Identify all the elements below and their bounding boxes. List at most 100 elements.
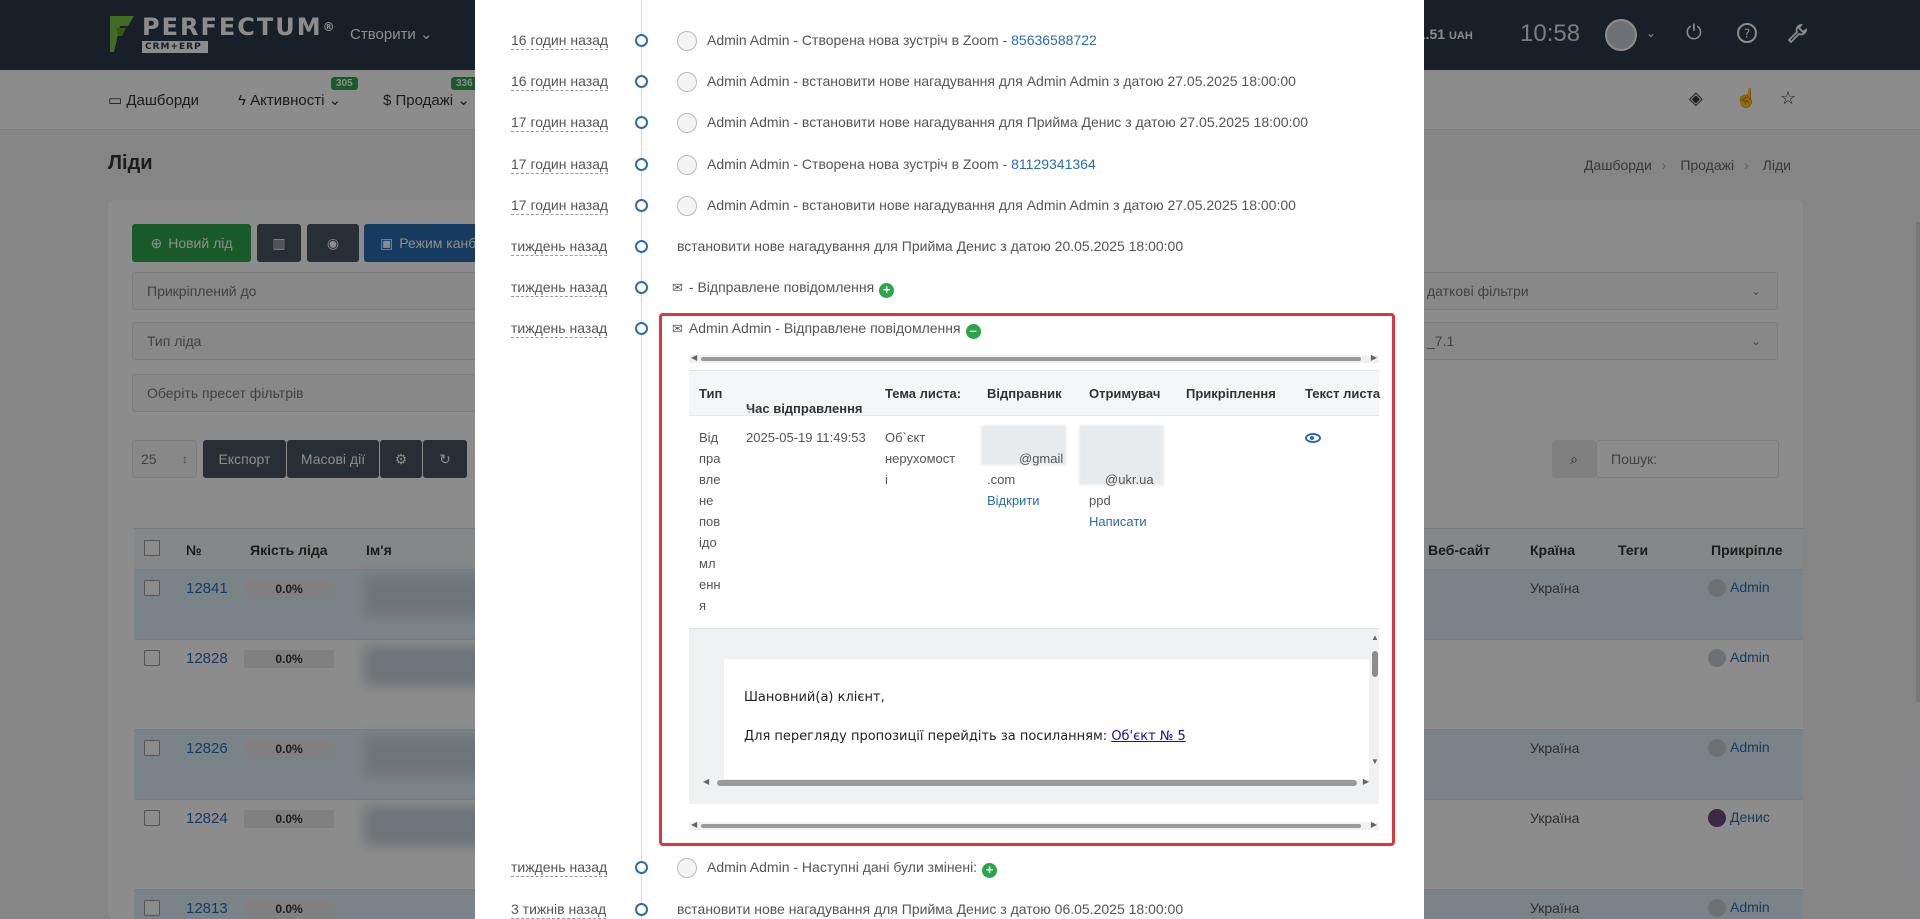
scroll-left-icon[interactable]: ◀ xyxy=(691,820,697,829)
col-body[interactable]: Текст листа xyxy=(1305,386,1380,401)
email-subject-line: нерухомост xyxy=(885,451,956,466)
zoom-meeting-link[interactable]: 81129341364 xyxy=(1011,156,1096,172)
expand-plus-icon[interactable]: + xyxy=(879,283,895,298)
avatar[interactable] xyxy=(677,858,697,878)
timeline-text: Admin Admin - Створена нова зустріч в Zo… xyxy=(707,155,1096,173)
timeline-time[interactable]: тиждень назад xyxy=(511,237,608,256)
preview-vertical-scrollbar[interactable]: ▲ ▼ xyxy=(1371,633,1379,771)
email-type-line: я xyxy=(699,598,707,613)
timeline-item: тиждень назад ✉ - Відправлене повідомленн… xyxy=(475,278,1424,312)
timeline-dot xyxy=(635,75,648,88)
property-link[interactable]: Об'єкт № 5 xyxy=(1111,729,1185,744)
sender-domain: @gmail xyxy=(1019,451,1064,466)
recipient-tail: ppd xyxy=(1089,493,1111,508)
timeline-text: ✉ - Відправлене повідомлення + xyxy=(672,278,895,298)
email-type-line: пра xyxy=(699,451,721,466)
timeline-time[interactable]: 17 годин назад xyxy=(511,155,609,174)
timeline-dot xyxy=(635,116,648,129)
timeline-text: Admin Admin - Створена нова зустріч в Zo… xyxy=(707,31,1097,49)
avatar[interactable] xyxy=(677,72,697,92)
collapse-minus-icon[interactable]: – xyxy=(965,324,981,339)
eye-icon[interactable] xyxy=(1305,433,1321,443)
col-recipient[interactable]: Отримувач xyxy=(1089,386,1160,401)
col-attachments[interactable]: Прикріплення xyxy=(1186,386,1276,401)
scroll-thumb[interactable] xyxy=(701,824,1361,828)
col-subject[interactable]: Тема листа: xyxy=(885,386,961,401)
sender-tld: .com xyxy=(987,472,1016,487)
table-scrollbar-bottom[interactable]: ◀ ▶ xyxy=(689,820,1379,830)
timeline-text-body: Admin Admin - Наступні дані були змінені… xyxy=(707,859,978,875)
avatar[interactable] xyxy=(677,196,697,216)
email-sender: @gmail .com Відкрити xyxy=(987,448,1063,511)
email-entry-title: ✉ Admin Admin - Відправлене повідомлення – xyxy=(672,320,981,339)
scroll-right-icon[interactable]: ▶ xyxy=(1371,353,1377,362)
envelope-icon: ✉ xyxy=(672,321,683,336)
avatar[interactable] xyxy=(677,31,697,51)
timeline-item: тиждень назад встановити нове нагадуванн… xyxy=(475,237,1424,271)
timeline-text-body: Admin Admin - Створена нова зустріч в Zo… xyxy=(707,156,1012,172)
email-entry-text: Admin Admin - Відправлене повідомлення xyxy=(688,320,961,336)
timeline-dot xyxy=(635,199,648,212)
timeline-item: 17 годин назад Admin Admin - встановити … xyxy=(475,113,1424,147)
scroll-left-icon[interactable]: ◀ xyxy=(691,353,697,362)
timeline-dot xyxy=(635,34,648,47)
email-body-text: Для перегляду пропозиції перейдіть за по… xyxy=(744,729,1186,744)
timeline-time[interactable]: тиждень назад xyxy=(511,278,608,297)
email-subject: Об`єкт нерухомост і xyxy=(885,427,955,490)
page-scrollbar[interactable] xyxy=(1916,222,1920,702)
avatar[interactable] xyxy=(677,155,697,175)
timeline-dot xyxy=(635,322,648,335)
table-scrollbar-top[interactable]: ◀ ▶ xyxy=(689,353,1379,363)
scroll-down-icon[interactable]: ▼ xyxy=(1371,757,1379,766)
scroll-right-icon[interactable]: ▶ xyxy=(1363,777,1369,786)
email-type-line: не xyxy=(699,493,714,508)
timeline-text-body: - Відправлене повідомлення xyxy=(688,279,875,295)
timeline-text: Admin Admin - встановити нове нагадуванн… xyxy=(707,114,1309,130)
email-preview-body: Шановний(а) клієнт, Для перегляду пропоз… xyxy=(724,659,1369,779)
sort-icon: ↕ xyxy=(746,401,753,416)
timeline-text: встановити нове нагадування для Прийма Д… xyxy=(677,238,1184,254)
timeline-dot xyxy=(635,861,648,874)
col-sent-at-label: Час відправлення xyxy=(746,401,863,416)
col-sender[interactable]: Відправник xyxy=(987,386,1062,401)
envelope-icon: ✉ xyxy=(672,280,683,295)
timeline-time[interactable]: 16 годин назад xyxy=(511,72,609,91)
timeline-dot xyxy=(635,281,648,294)
timeline-text: Admin Admin - встановити нове нагадуванн… xyxy=(707,197,1296,213)
timeline-time[interactable]: тиждень назад xyxy=(511,858,608,877)
scroll-left-icon[interactable]: ◀ xyxy=(703,777,709,786)
email-table: Тип Час відправлення ↕ Тема листа: Відпр… xyxy=(689,370,1380,630)
email-type-line: енн xyxy=(699,577,721,592)
timeline-dot xyxy=(635,158,648,171)
timeline-time[interactable]: тиждень назад xyxy=(511,319,608,338)
timeline-time[interactable]: 17 годин назад xyxy=(511,113,609,132)
expand-plus-icon[interactable]: + xyxy=(982,863,998,878)
email-preview: Шановний(а) клієнт, Для перегляду пропоз… xyxy=(689,628,1379,804)
scroll-thumb[interactable] xyxy=(701,357,1361,361)
avatar[interactable] xyxy=(677,113,697,133)
timeline-text: Admin Admin - Наступні дані були змінені… xyxy=(707,858,998,878)
timeline-time[interactable]: 16 годин назад xyxy=(511,31,609,50)
timeline-dot xyxy=(635,903,648,916)
timeline-item: 16 годин назад Admin Admin - встановити … xyxy=(475,72,1424,106)
recipient-write-link[interactable]: Написати xyxy=(1089,511,1154,532)
email-recipient: @ukr.ua ppd Написати xyxy=(1089,469,1154,532)
email-type-line: пов xyxy=(699,514,721,529)
scroll-thumb[interactable] xyxy=(1372,651,1378,677)
scroll-thumb[interactable] xyxy=(717,780,1357,786)
timeline-time[interactable]: 3 тижнів назад xyxy=(511,900,607,919)
scroll-up-icon[interactable]: ▲ xyxy=(1371,633,1379,642)
preview-horizontal-scrollbar[interactable]: ◀ ▶ xyxy=(701,777,1371,787)
scroll-right-icon[interactable]: ▶ xyxy=(1371,820,1377,829)
email-table-header: Тип Час відправлення ↕ Тема листа: Відпр… xyxy=(689,371,1380,416)
timeline-text-body: Admin Admin - Створена нова зустріч в Zo… xyxy=(707,32,1012,48)
email-subject-line: і xyxy=(885,472,888,487)
zoom-meeting-link[interactable]: 85636588722 xyxy=(1011,32,1097,48)
timeline-dot xyxy=(635,240,648,253)
col-type[interactable]: Тип xyxy=(699,386,722,401)
email-body: Для перегляду пропозиції перейдіть за по… xyxy=(744,729,1112,744)
email-sent-at: 2025-05-19 11:49:53 xyxy=(746,430,866,445)
timeline-time[interactable]: 17 годин назад xyxy=(511,196,609,215)
email-subject-line: Об`єкт xyxy=(885,430,926,445)
sender-open-link[interactable]: Відкрити xyxy=(987,490,1063,511)
